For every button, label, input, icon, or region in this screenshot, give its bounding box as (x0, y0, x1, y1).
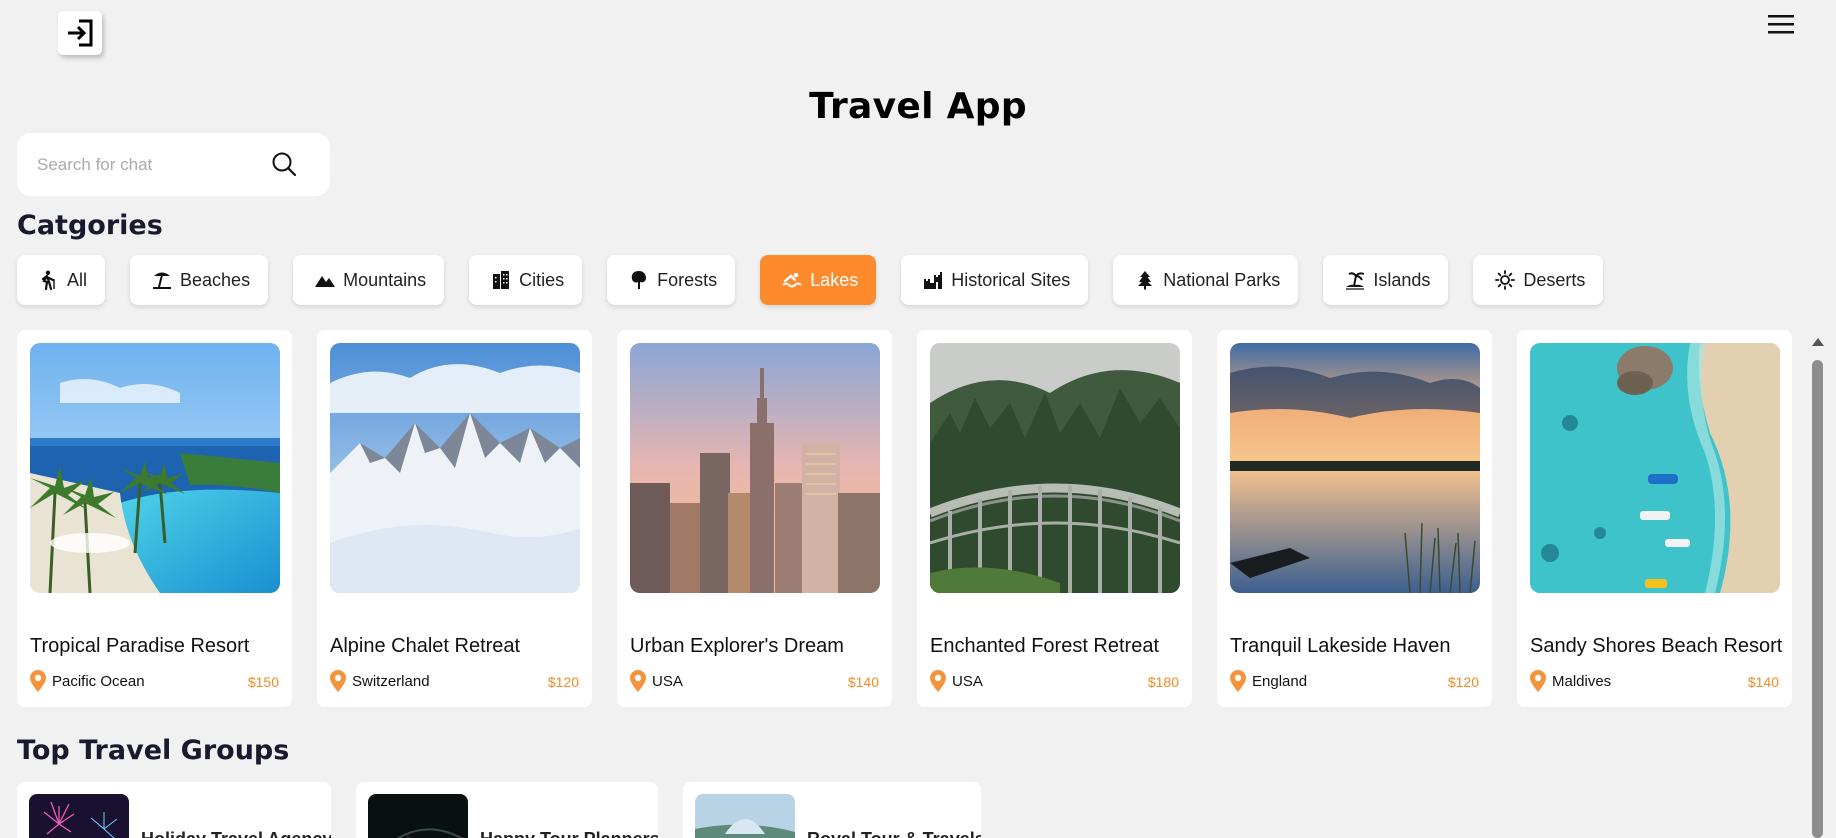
destination-card[interactable]: Enchanted Forest Retreat USA $180 (917, 330, 1192, 707)
destination-image (1230, 343, 1480, 593)
page-title: Travel App (809, 86, 1027, 127)
destination-location: USA (930, 670, 983, 692)
beach-umbrella-icon (152, 270, 172, 290)
destination-card[interactable]: Tranquil Lakeside Haven England $120 (1217, 330, 1492, 707)
categories-title: Catgories (17, 210, 163, 241)
group-name: Happy Tour Planners (480, 829, 658, 838)
category-chip-cities[interactable]: Cities (469, 255, 583, 305)
category-label: Historical Sites (951, 269, 1071, 290)
destination-title: Urban Explorer's Dream (630, 635, 844, 657)
location-pin-icon (1230, 670, 1246, 692)
destination-card[interactable]: Urban Explorer's Dream USA $140 (617, 330, 892, 707)
destination-price: $120 (1447, 674, 1479, 690)
category-chip-mountains[interactable]: Mountains (293, 255, 445, 305)
category-label: Beaches (180, 269, 251, 290)
destination-location: USA (630, 670, 683, 692)
destination-price: $120 (547, 674, 579, 690)
destination-location: England (1230, 670, 1307, 692)
location-text: Switzerland (352, 672, 430, 690)
category-label: Cities (519, 269, 565, 290)
group-image (368, 794, 468, 838)
category-chip-lakes[interactable]: Lakes (760, 255, 877, 305)
group-image (695, 794, 795, 838)
destination-location: Maldives (1530, 670, 1611, 692)
category-label: Deserts (1523, 269, 1586, 290)
scrollbar-thumb[interactable] (1812, 360, 1823, 838)
location-pin-icon (1530, 670, 1546, 692)
category-label: National Parks (1163, 269, 1281, 290)
swimmer-icon (782, 270, 802, 290)
destination-card[interactable]: Alpine Chalet Retreat Switzerland $120 (317, 330, 592, 707)
category-label: Mountains (343, 269, 427, 290)
location-text: Maldives (1552, 672, 1612, 690)
hamburger-menu-button[interactable] (1766, 12, 1796, 36)
category-chip-forests[interactable]: Forests (607, 255, 736, 305)
group-name: Holiday Travel Agency (141, 829, 331, 838)
location-pin-icon (930, 670, 946, 692)
travel-group-card[interactable]: Holiday Travel Agency (17, 782, 331, 838)
destination-image (1530, 343, 1780, 593)
category-label: All (67, 269, 88, 290)
destination-location: Switzerland (330, 670, 430, 692)
location-text: England (1252, 672, 1308, 690)
island-icon (1345, 270, 1365, 290)
location-pin-icon (30, 670, 46, 692)
destination-title: Tranquil Lakeside Haven (1230, 635, 1451, 657)
search-icon[interactable] (271, 151, 297, 177)
hiking-icon (39, 270, 59, 290)
travel-group-card[interactable]: Royal Tour & Travels (683, 782, 981, 838)
mountain-icon (315, 270, 336, 290)
tree-icon (629, 270, 649, 290)
location-text: USA (652, 672, 683, 690)
category-chip-national-parks[interactable]: National Parks (1113, 255, 1299, 305)
category-label: Lakes (810, 269, 859, 290)
destination-title: Alpine Chalet Retreat (330, 635, 521, 657)
destination-list: Tropical Paradise Resort Pacific Ocean $… (17, 330, 1792, 707)
category-chip-all[interactable]: All (17, 255, 106, 305)
group-image (29, 794, 129, 838)
location-pin-icon (630, 670, 646, 692)
destination-location: Pacific Ocean (30, 670, 145, 692)
destination-price: $140 (847, 674, 879, 690)
destination-title: Sandy Shores Beach Resort (1530, 635, 1783, 657)
sun-icon (1495, 270, 1516, 290)
destination-image (330, 343, 580, 593)
destination-title: Enchanted Forest Retreat (930, 635, 1160, 657)
category-chip-islands[interactable]: Islands (1323, 255, 1449, 305)
search-box (17, 133, 330, 196)
city-icon (491, 270, 511, 290)
destination-image (30, 343, 280, 593)
destination-price: $140 (1747, 674, 1779, 690)
category-chip-beaches[interactable]: Beaches (130, 255, 269, 305)
menu-icon (1768, 15, 1794, 34)
destination-card[interactable]: Tropical Paradise Resort Pacific Ocean $… (17, 330, 292, 707)
travel-group-card[interactable]: Happy Tour Planners (356, 782, 658, 838)
castle-icon (923, 270, 943, 290)
category-list: All Beaches Mountains Cities Forests Lak… (17, 255, 1604, 305)
groups-title: Top Travel Groups (17, 735, 290, 766)
category-chip-historical-sites[interactable]: Historical Sites (901, 255, 1089, 305)
search-input[interactable] (37, 152, 257, 178)
destination-image (930, 343, 1180, 593)
login-icon (68, 19, 93, 47)
group-name: Royal Tour & Travels (807, 829, 981, 838)
travel-group-list: Holiday Travel Agency Happy Tour Planner… (17, 782, 981, 838)
pine-tree-icon (1135, 270, 1155, 290)
category-label: Forests (657, 269, 718, 290)
destination-price: $180 (1147, 674, 1179, 690)
destination-card[interactable]: Sandy Shores Beach Resort Maldives $140 (1517, 330, 1792, 707)
destination-price: $150 (247, 674, 279, 690)
category-chip-deserts[interactable]: Deserts (1473, 255, 1604, 305)
location-pin-icon (330, 670, 346, 692)
location-text: Pacific Ocean (52, 672, 145, 690)
login-button[interactable] (58, 11, 102, 55)
location-text: USA (952, 672, 983, 690)
category-label: Islands (1373, 269, 1431, 290)
destination-title: Tropical Paradise Resort (30, 635, 250, 657)
scroll-up-arrow-icon[interactable] (1812, 338, 1824, 346)
destination-image (630, 343, 880, 593)
